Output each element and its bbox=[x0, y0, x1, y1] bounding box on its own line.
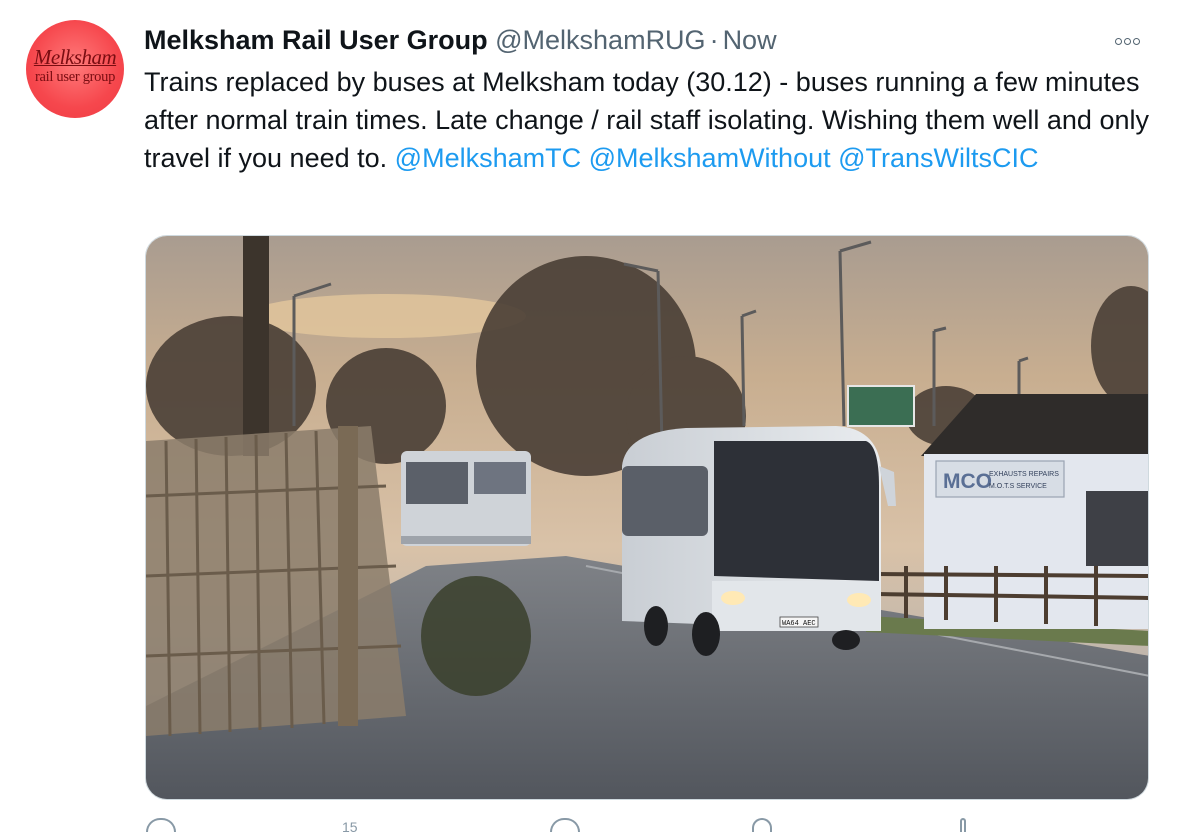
share-icon[interactable] bbox=[752, 818, 772, 832]
author-handle[interactable]: @MelkshamRUG bbox=[495, 25, 705, 55]
tweet-text: Trains replaced by buses at Melksham tod… bbox=[144, 63, 1164, 177]
main-bus: WA64 AEC bbox=[622, 426, 896, 656]
telegraph-pole bbox=[243, 236, 269, 456]
author-display-name[interactable]: Melksham Rail User Group bbox=[144, 25, 488, 55]
tweet-header: Melksham Rail User Group @MelkshamRUG · No… bbox=[144, 22, 777, 58]
ellipsis-dot bbox=[1133, 38, 1140, 45]
avatar[interactable]: Melksham rail user group bbox=[26, 20, 124, 118]
distant-bus bbox=[401, 451, 531, 546]
left-fence bbox=[146, 426, 406, 737]
mention-link[interactable]: @MelkshamWithout bbox=[589, 143, 831, 173]
mention-link[interactable]: @MelkshamTC bbox=[395, 143, 581, 173]
sign-text: M.O.T.S SERVICE bbox=[989, 483, 1047, 490]
mention-link[interactable]: @TransWiltsCIC bbox=[838, 143, 1038, 173]
more-options-icon[interactable] bbox=[1115, 32, 1151, 46]
avatar-logo: Melksham rail user group bbox=[26, 47, 124, 86]
like-icon[interactable] bbox=[550, 818, 580, 832]
reply-icon[interactable] bbox=[146, 818, 176, 832]
separator-dot: · bbox=[709, 25, 719, 55]
tweet-actions: 15 bbox=[0, 818, 1200, 838]
bus-plate: WA64 AEC bbox=[782, 620, 816, 628]
ellipsis-dot bbox=[1124, 38, 1131, 45]
ellipsis-dot bbox=[1115, 38, 1122, 45]
timestamp[interactable]: Now bbox=[723, 25, 777, 55]
photo-scene: MCO EXHAUSTS REPAIRS M.O.T.S SERVICE WA6… bbox=[146, 236, 1148, 799]
avatar-logo-line2: rail user group bbox=[34, 69, 116, 85]
reply-count: 15 bbox=[342, 819, 358, 835]
tweet-card[interactable]: Melksham rail user group Melksham Rail U… bbox=[0, 0, 1200, 835]
shrub bbox=[421, 576, 531, 696]
sign-text: MCO bbox=[943, 470, 992, 493]
sign-text: EXHAUSTS REPAIRS bbox=[989, 471, 1059, 478]
avatar-logo-line1: Melksham bbox=[33, 45, 117, 69]
station-sign bbox=[847, 385, 915, 427]
analytics-icon[interactable] bbox=[960, 818, 966, 832]
tweet-photo[interactable]: MCO EXHAUSTS REPAIRS M.O.T.S SERVICE WA6… bbox=[145, 235, 1149, 800]
